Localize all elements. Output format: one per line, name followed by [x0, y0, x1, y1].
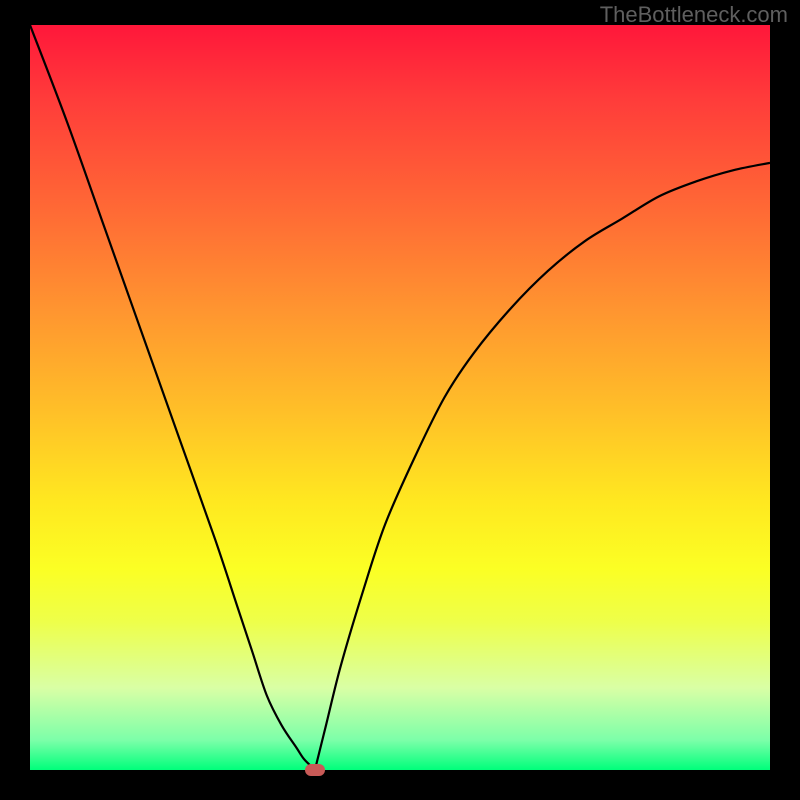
left-branch-path	[30, 25, 315, 770]
minimum-marker	[305, 764, 325, 776]
right-branch-path	[315, 163, 770, 770]
watermark-text: TheBottleneck.com	[600, 2, 788, 28]
chart-curve-svg	[30, 25, 770, 770]
